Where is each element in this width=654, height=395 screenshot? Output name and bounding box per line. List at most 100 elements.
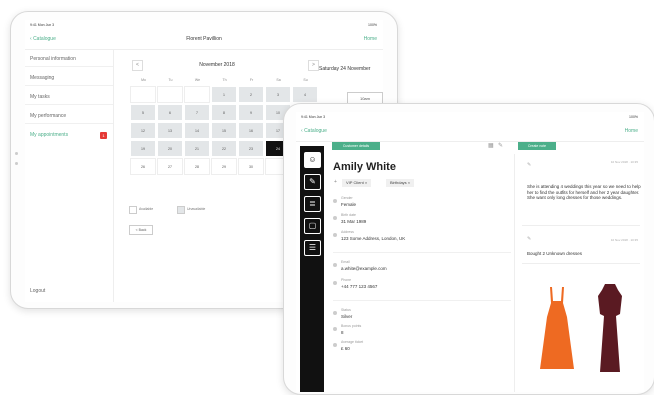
home-link[interactable]: Home xyxy=(364,36,377,42)
calendar-title: November 2018 xyxy=(199,62,235,68)
calendar-day[interactable]: 4 xyxy=(292,86,318,103)
home-link[interactable]: Home xyxy=(625,128,638,134)
status-time: 9:41 Mon Jun 3 xyxy=(30,23,55,27)
tag-label: Birthdays xyxy=(390,180,407,185)
calendar-day[interactable]: 16 xyxy=(238,122,264,139)
calendar-day[interactable]: 3 xyxy=(265,86,291,103)
create-note-button[interactable]: Create note xyxy=(518,142,556,150)
sidebar-menu: Personal information Messaging My tasks … xyxy=(25,50,114,302)
field-value: 8 xyxy=(341,330,344,335)
calendar-day[interactable]: 9 xyxy=(238,104,264,121)
tag-label: VIP Client xyxy=(346,180,364,185)
calendar-day[interactable]: 13 xyxy=(157,122,183,139)
menu-item-my-appointments[interactable]: My appointments xyxy=(30,132,68,138)
legend-unavailable: Unavailable xyxy=(187,207,206,211)
available-swatch xyxy=(129,206,137,214)
person-icon[interactable]: ☺ xyxy=(304,152,321,168)
field-icon xyxy=(333,216,337,220)
calendar-day[interactable]: 21 xyxy=(184,140,210,157)
unavailable-swatch xyxy=(177,206,185,214)
calendar-day[interactable]: 6 xyxy=(157,104,183,121)
front-tablet: 9:41 Mon Jun 3 100% ‹ Catalogue Home ☺ ✎… xyxy=(283,103,654,395)
calendar-day[interactable]: 8 xyxy=(211,104,237,121)
calendar-day[interactable]: 1 xyxy=(211,86,237,103)
calendar-day xyxy=(130,86,156,103)
add-tag-icon[interactable]: + xyxy=(334,179,337,185)
calendar-day[interactable]: 30 xyxy=(238,158,264,175)
field-label: Phone xyxy=(341,278,352,282)
divider xyxy=(25,66,113,67)
edit-icon[interactable]: ✎ xyxy=(304,174,321,190)
back-link[interactable]: ‹ Catalogue xyxy=(301,128,327,134)
field-value: Silver xyxy=(341,314,353,319)
calendar-day[interactable]: 7 xyxy=(184,104,210,121)
note-meta: 10 Nov 2018 · 10:35 xyxy=(610,238,638,242)
calendar-day[interactable]: 12 xyxy=(130,122,156,139)
calendar-day-name: Fr xyxy=(249,78,254,82)
calendar-day[interactable]: 2 xyxy=(238,86,264,103)
list-icon[interactable]: ≣ xyxy=(304,196,321,212)
status-battery: 100% xyxy=(368,23,377,27)
field-value: 31 Mar 1989 xyxy=(341,219,367,224)
nav-title: Florent Pavillion xyxy=(186,36,222,42)
calendar-day[interactable]: 5 xyxy=(130,104,156,121)
field-value: a.white@example.com xyxy=(341,266,387,271)
back-label: Catalogue xyxy=(304,128,327,134)
field-label: Gender xyxy=(341,196,353,200)
next-month-button[interactable]: > xyxy=(308,60,319,71)
status-time: 9:41 Mon Jun 3 xyxy=(301,115,326,119)
menu-item-my-performance[interactable]: My performance xyxy=(30,113,66,119)
field-icon xyxy=(333,233,337,237)
selected-date-title: Saturday 24 November xyxy=(319,66,371,72)
calendar-day[interactable]: 15 xyxy=(211,122,237,139)
tag-birthdays[interactable]: Birthdays × xyxy=(386,179,415,187)
field-icon xyxy=(333,263,337,267)
field-value: 123 Some Address, London, UK xyxy=(341,236,406,241)
calendar-day[interactable]: 22 xyxy=(211,140,237,157)
divider xyxy=(333,300,511,301)
divider xyxy=(333,252,511,253)
calendar-day[interactable]: 27 xyxy=(157,158,183,175)
field-icon xyxy=(333,327,337,331)
divider xyxy=(514,154,515,392)
calendar-day[interactable]: 28 xyxy=(184,158,210,175)
calendar-back-button[interactable]: < Back xyxy=(129,225,153,235)
note-meta: 10 Nov 2018 · 10:35 xyxy=(610,160,638,164)
field-label: Bonus points xyxy=(341,324,362,328)
note-text: She is attending 4 weddings this year so… xyxy=(527,184,641,200)
field-icon xyxy=(333,281,337,285)
calendar-day[interactable]: 29 xyxy=(211,158,237,175)
logout-link[interactable]: Logout xyxy=(30,288,45,294)
field-label: Email xyxy=(341,260,350,264)
calendar-day[interactable]: 26 xyxy=(130,158,156,175)
calendar-day[interactable]: 19 xyxy=(130,140,156,157)
calendar-day-name: Su xyxy=(303,78,308,82)
calendar-day[interactable]: 23 xyxy=(238,140,264,157)
burgundy-dress-image xyxy=(598,284,622,372)
menu-item-my-tasks[interactable]: My tasks xyxy=(30,94,50,100)
calendar-day-name: Tu xyxy=(168,78,173,82)
grid-icon[interactable]: ▦ xyxy=(488,142,494,149)
calendar-day-name: We xyxy=(194,78,201,82)
tag-vip[interactable]: VIP Client × xyxy=(342,179,372,187)
menu-icon[interactable]: ☰ xyxy=(304,240,321,256)
calendar-day-name: Th xyxy=(222,78,227,82)
field-label: Birth date xyxy=(341,213,356,217)
nav-bar: ‹ Catalogue Home xyxy=(296,125,644,142)
menu-item-personal-information[interactable]: Personal information xyxy=(30,56,76,62)
bag-icon[interactable]: ▢ xyxy=(304,218,321,234)
field-label: Address xyxy=(341,230,354,234)
divider xyxy=(522,225,640,226)
edit-icon[interactable]: ✎ xyxy=(498,142,503,149)
front-screen: 9:41 Mon Jun 3 100% ‹ Catalogue Home ☺ ✎… xyxy=(296,112,644,392)
calendar-day[interactable]: 14 xyxy=(184,122,210,139)
divider xyxy=(522,263,640,264)
field-icon xyxy=(333,311,337,315)
orange-dress-image xyxy=(540,287,574,369)
divider xyxy=(25,123,113,124)
menu-item-messaging[interactable]: Messaging xyxy=(30,75,54,81)
calendar-day[interactable]: 20 xyxy=(157,140,183,157)
tablet-sensor xyxy=(15,162,18,165)
customer-details-button[interactable]: Customer details xyxy=(332,142,380,150)
note-text: Bought 2 Unknown dresses xyxy=(527,251,583,256)
